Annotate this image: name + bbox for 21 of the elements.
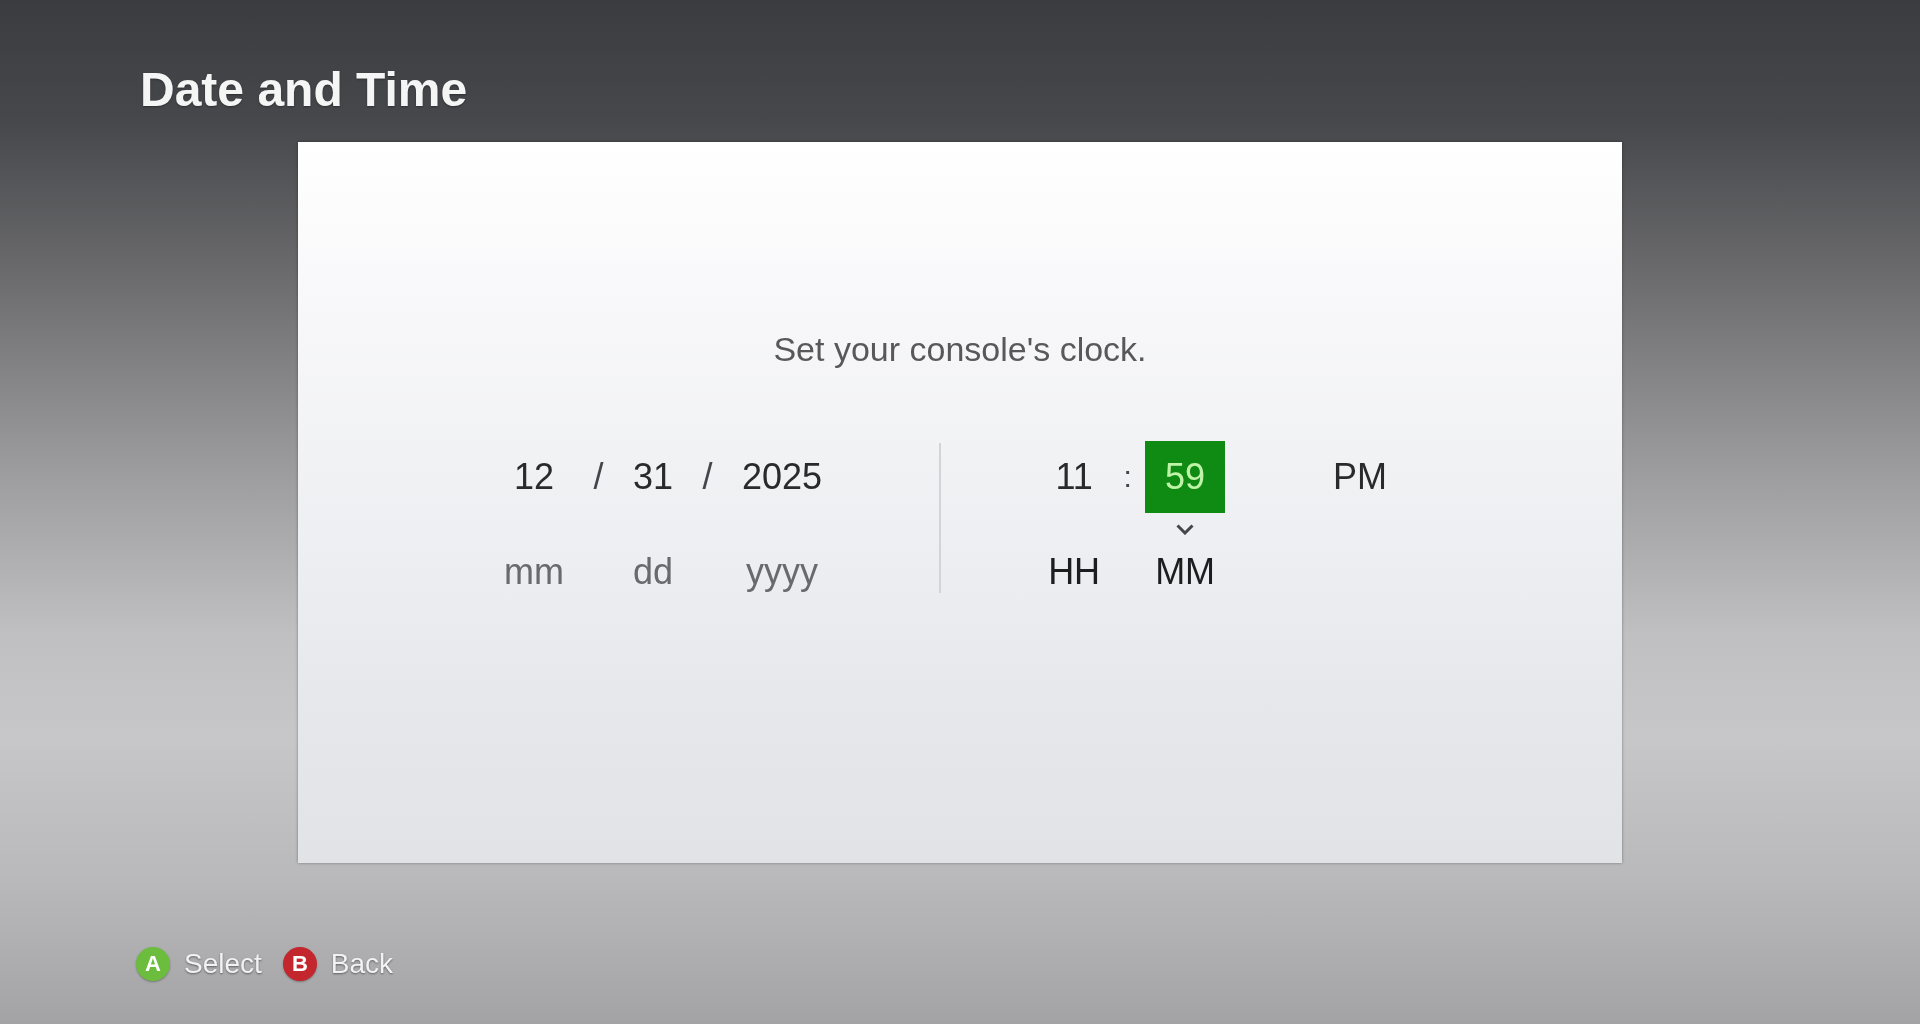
field-label: dd	[632, 550, 675, 594]
field-label: mm	[503, 550, 565, 594]
separator-mark: :	[1122, 459, 1133, 495]
hint-label: Select	[184, 948, 262, 980]
field-label: yyyy	[745, 550, 820, 594]
chevron-down-icon	[1176, 523, 1195, 535]
field-value[interactable]: 11	[1038, 441, 1111, 513]
separator-mark: /	[592, 455, 605, 499]
field-value[interactable]: 59	[1145, 441, 1226, 513]
field-label: MM	[1154, 550, 1217, 594]
period-value[interactable]: PM	[1323, 441, 1398, 513]
field-label: HH	[1047, 550, 1102, 594]
screen-title: Date and Time	[140, 62, 468, 118]
field-value[interactable]: 31	[623, 441, 684, 513]
hint-label: Back	[330, 948, 394, 980]
prompt-text: Set your console's clock.	[773, 329, 1147, 370]
controller-key-glyph: B	[282, 947, 317, 981]
separator-mark: /	[701, 455, 714, 499]
field-value[interactable]: 2025	[732, 441, 833, 513]
field-value[interactable]: 12	[494, 441, 574, 513]
controller-key-glyph: A	[136, 947, 170, 981]
